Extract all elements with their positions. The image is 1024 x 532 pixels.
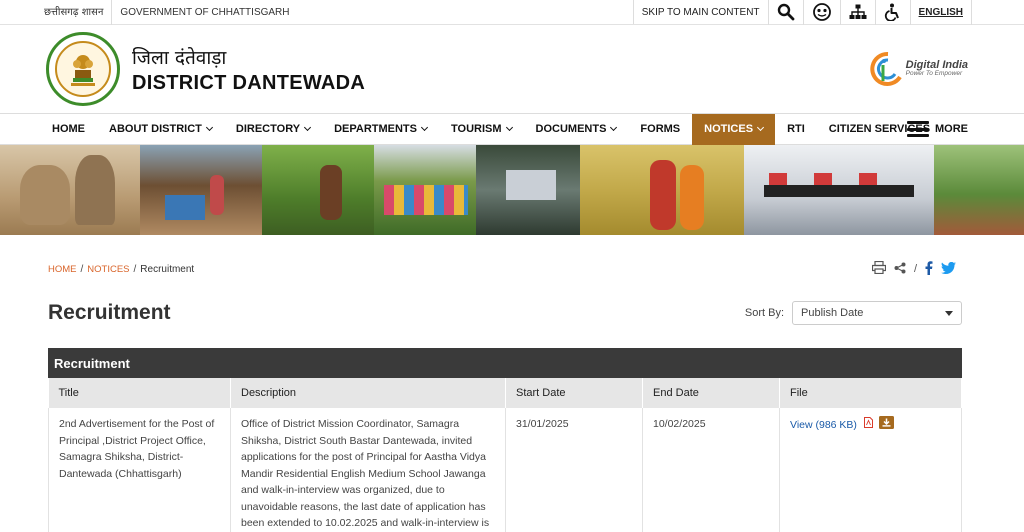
cell-file: View (986 KB) [779,408,962,532]
dropdown-arrow-icon [945,310,953,316]
skip-to-content-link[interactable]: SKIP TO MAIN CONTENT [642,7,760,18]
view-file-link[interactable]: View (986 KB) [790,419,857,431]
state-emblem-logo [46,32,120,106]
sort-control: Sort By: Publish Date [745,301,962,325]
table-caption: Recruitment [48,348,962,378]
nav-directory[interactable]: DIRECTORY [224,114,322,144]
chevron-down-icon [304,123,312,132]
photo-banner [0,145,1024,235]
site-header: जिला दंतेवाड़ा DISTRICT DANTEWADA Digita… [0,25,1024,113]
nav-documents[interactable]: DOCUMENTS [524,114,629,144]
breadcrumb-current: Recruitment [140,263,195,275]
nav-about-district[interactable]: ABOUT DISTRICT [97,114,224,144]
facebook-icon[interactable] [925,260,933,278]
column-header-end-date[interactable]: End Date [642,378,780,408]
download-icon[interactable] [878,416,894,435]
nav-notices[interactable]: NOTICES [692,113,776,145]
site-title-hindi: जिला दंतेवाड़ा [132,46,227,69]
table-header-row: Title Description Start Date End Date Fi… [48,378,962,408]
banner-image-aerial-view [476,145,580,235]
breadcrumb-home-link[interactable]: HOME [48,264,77,275]
cell-start-date: 31/01/2025 [505,408,643,532]
banner-image-computer-lab [744,145,934,235]
hamburger-icon [907,121,929,137]
main-content: HOME / NOTICES / Recruitment / Recruitment S… [0,245,1024,532]
recruitment-table-block: Recruitment Title Description Start Date… [48,348,962,532]
banner-image-clinic [140,145,262,235]
chevron-down-icon [610,123,618,132]
pdf-icon [863,417,873,434]
column-header-start-date[interactable]: Start Date [505,378,643,408]
banner-image-farmer [262,145,374,235]
page-title: Recruitment [48,301,171,324]
digital-india-logo[interactable]: Digital India Power To Empower [870,51,968,87]
column-header-file[interactable]: File [779,378,962,408]
twitter-icon[interactable] [941,261,956,277]
chevron-down-icon [505,123,513,132]
nav-departments[interactable]: DEPARTMENTS [322,114,439,144]
search-icon[interactable] [769,0,804,25]
print-icon[interactable] [871,260,887,277]
sitemap-icon[interactable] [841,0,876,25]
brand-block[interactable]: जिला दंतेवाड़ा DISTRICT DANTEWADA [46,32,365,106]
sort-selected-value: Publish Date [801,307,864,319]
share-icon[interactable] [894,262,906,277]
nav-more-label: MORE [935,123,968,135]
recruitment-table: Title Description Start Date End Date Fi… [48,378,962,532]
social-icon[interactable] [804,0,841,25]
nav-home[interactable]: HOME [40,114,97,144]
accessibility-tools: SKIP TO MAIN CONTENT ENGLISH [632,0,972,25]
breadcrumb: HOME / NOTICES / Recruitment [48,263,195,275]
chevron-down-icon [420,123,429,132]
banner-image-temple-statue [0,145,140,235]
language-toggle[interactable]: ENGLISH [919,7,963,18]
nav-rti[interactable]: RTI [775,114,817,144]
share-separator: / [913,263,917,275]
banner-image-women-group [374,145,476,235]
chevron-down-icon [757,123,765,132]
gov-english-label: GOVERNMENT OF CHHATTISGARH [120,6,290,18]
sort-label: Sort By: [744,307,784,319]
nav-forms[interactable]: FORMS [628,114,692,144]
share-tools: / [871,260,956,278]
table-row: 2nd Advertisement for the Post of Princi… [48,408,962,532]
main-navigation: HOME ABOUT DISTRICT DIRECTORY DEPARTMENT… [0,113,1024,145]
site-title-english: DISTRICT DANTEWADA [132,71,366,94]
chevron-down-icon [205,123,213,132]
gov-hindi-label: छत्तीसगढ़ शासन [42,0,113,25]
banner-image-field [934,145,1024,235]
column-header-title[interactable]: Title [48,378,231,408]
top-utility-bar: छत्तीसगढ़ शासन GOVERNMENT OF CHHATTISGAR… [0,0,1024,25]
cell-title: 2nd Advertisement for the Post of Princi… [48,408,231,532]
cell-description: Office of District Mission Coordinator, … [230,408,506,532]
nav-tourism[interactable]: TOURISM [439,114,524,144]
government-labels: छत्तीसगढ़ शासन GOVERNMENT OF CHHATTISGAR… [42,0,298,25]
sort-select[interactable]: Publish Date [792,301,962,325]
nav-more-button[interactable]: MORE [907,121,968,137]
accessibility-icon[interactable] [876,0,911,25]
cell-end-date: 10/02/2025 [642,408,780,532]
column-header-description[interactable]: Description [230,378,506,408]
digital-india-tagline: Power To Empower [905,70,963,78]
breadcrumb-notices-link[interactable]: NOTICES [87,264,129,275]
banner-image-harvest [580,145,744,235]
